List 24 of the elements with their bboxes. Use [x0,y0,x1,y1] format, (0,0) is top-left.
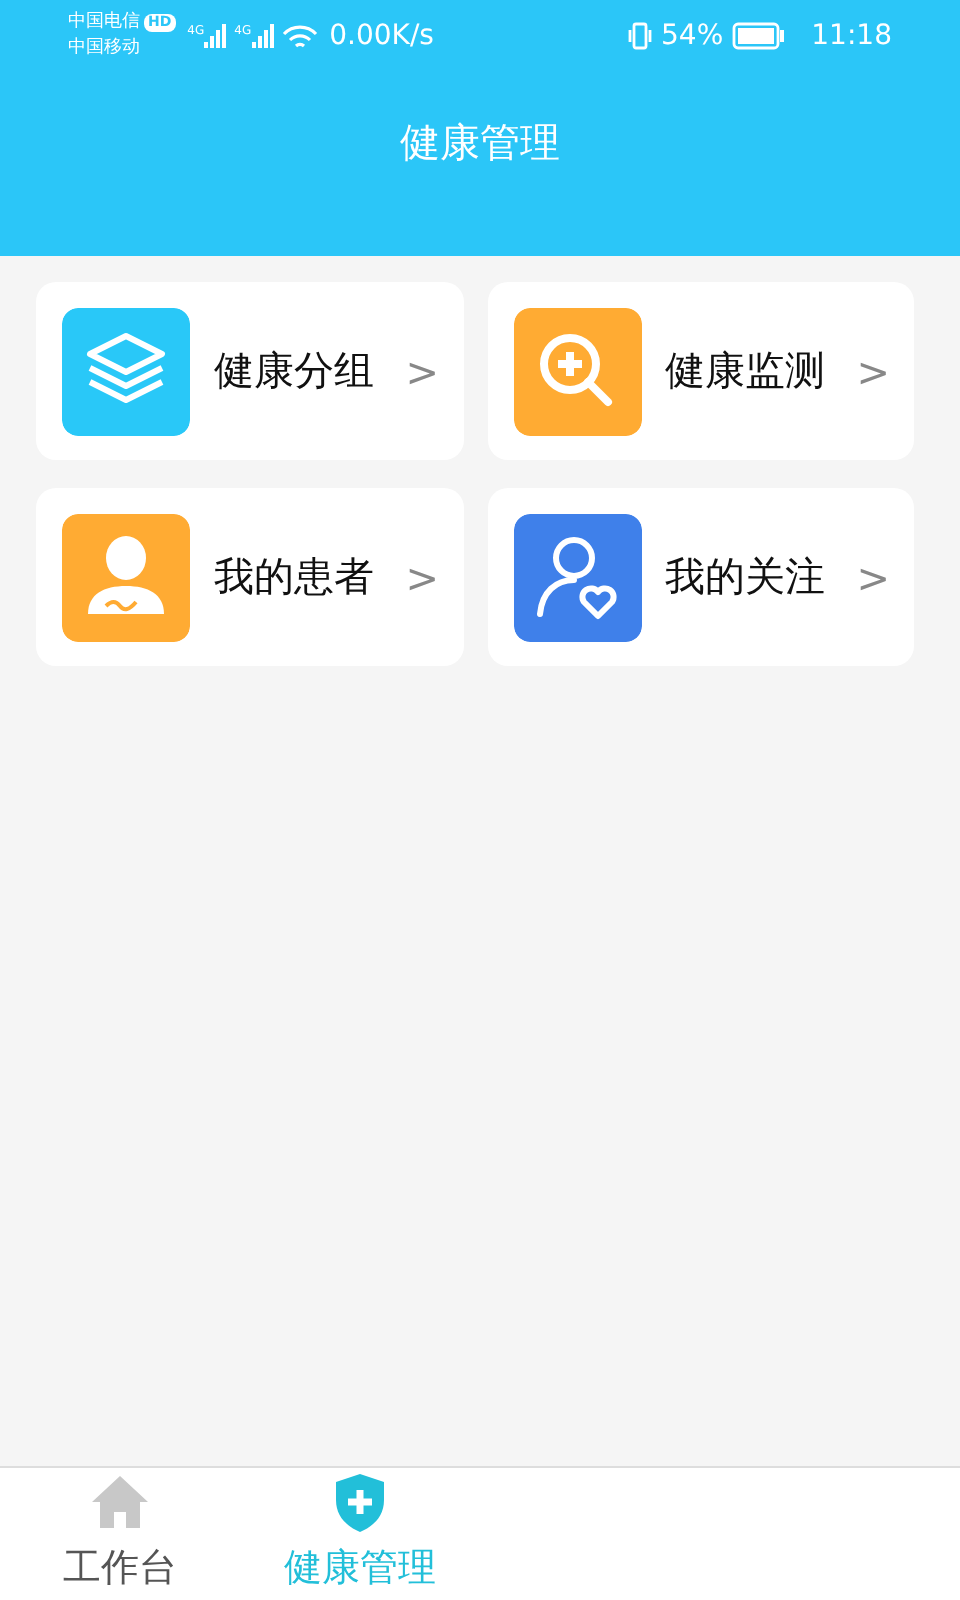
menu-card[interactable]: 我的关注 > [487,488,914,666]
home-icon [88,1470,152,1534]
chevron-icon: > [405,347,439,395]
battery-icon [731,22,788,50]
signal-icon [204,24,229,48]
network-speed: 0.00K/s [329,20,434,52]
menu-label: 我的关注 [665,550,827,604]
menu-label: 健康监测 [665,344,827,398]
signal-icon [251,24,276,48]
menu-label: 健康分组 [214,344,376,398]
battery-percent: 54% [661,20,724,52]
menu-card[interactable]: 我的患者 > [36,488,463,666]
page-title: 健康管理 [400,115,560,169]
chevron-icon: > [405,553,439,601]
vibrate-icon [625,22,654,50]
clock: 11:18 [811,20,892,52]
chevron-icon: > [856,347,890,395]
wifi-icon [281,23,318,49]
menu-card[interactable]: 健康监测 > [487,282,914,460]
carrier-name: 中国移动 [68,36,142,62]
chevron-icon: > [856,553,890,601]
menu-label: 我的患者 [214,550,376,604]
menu-card[interactable]: 健康分组 > [36,282,463,460]
tab[interactable]: 工作台 [0,1468,240,1600]
